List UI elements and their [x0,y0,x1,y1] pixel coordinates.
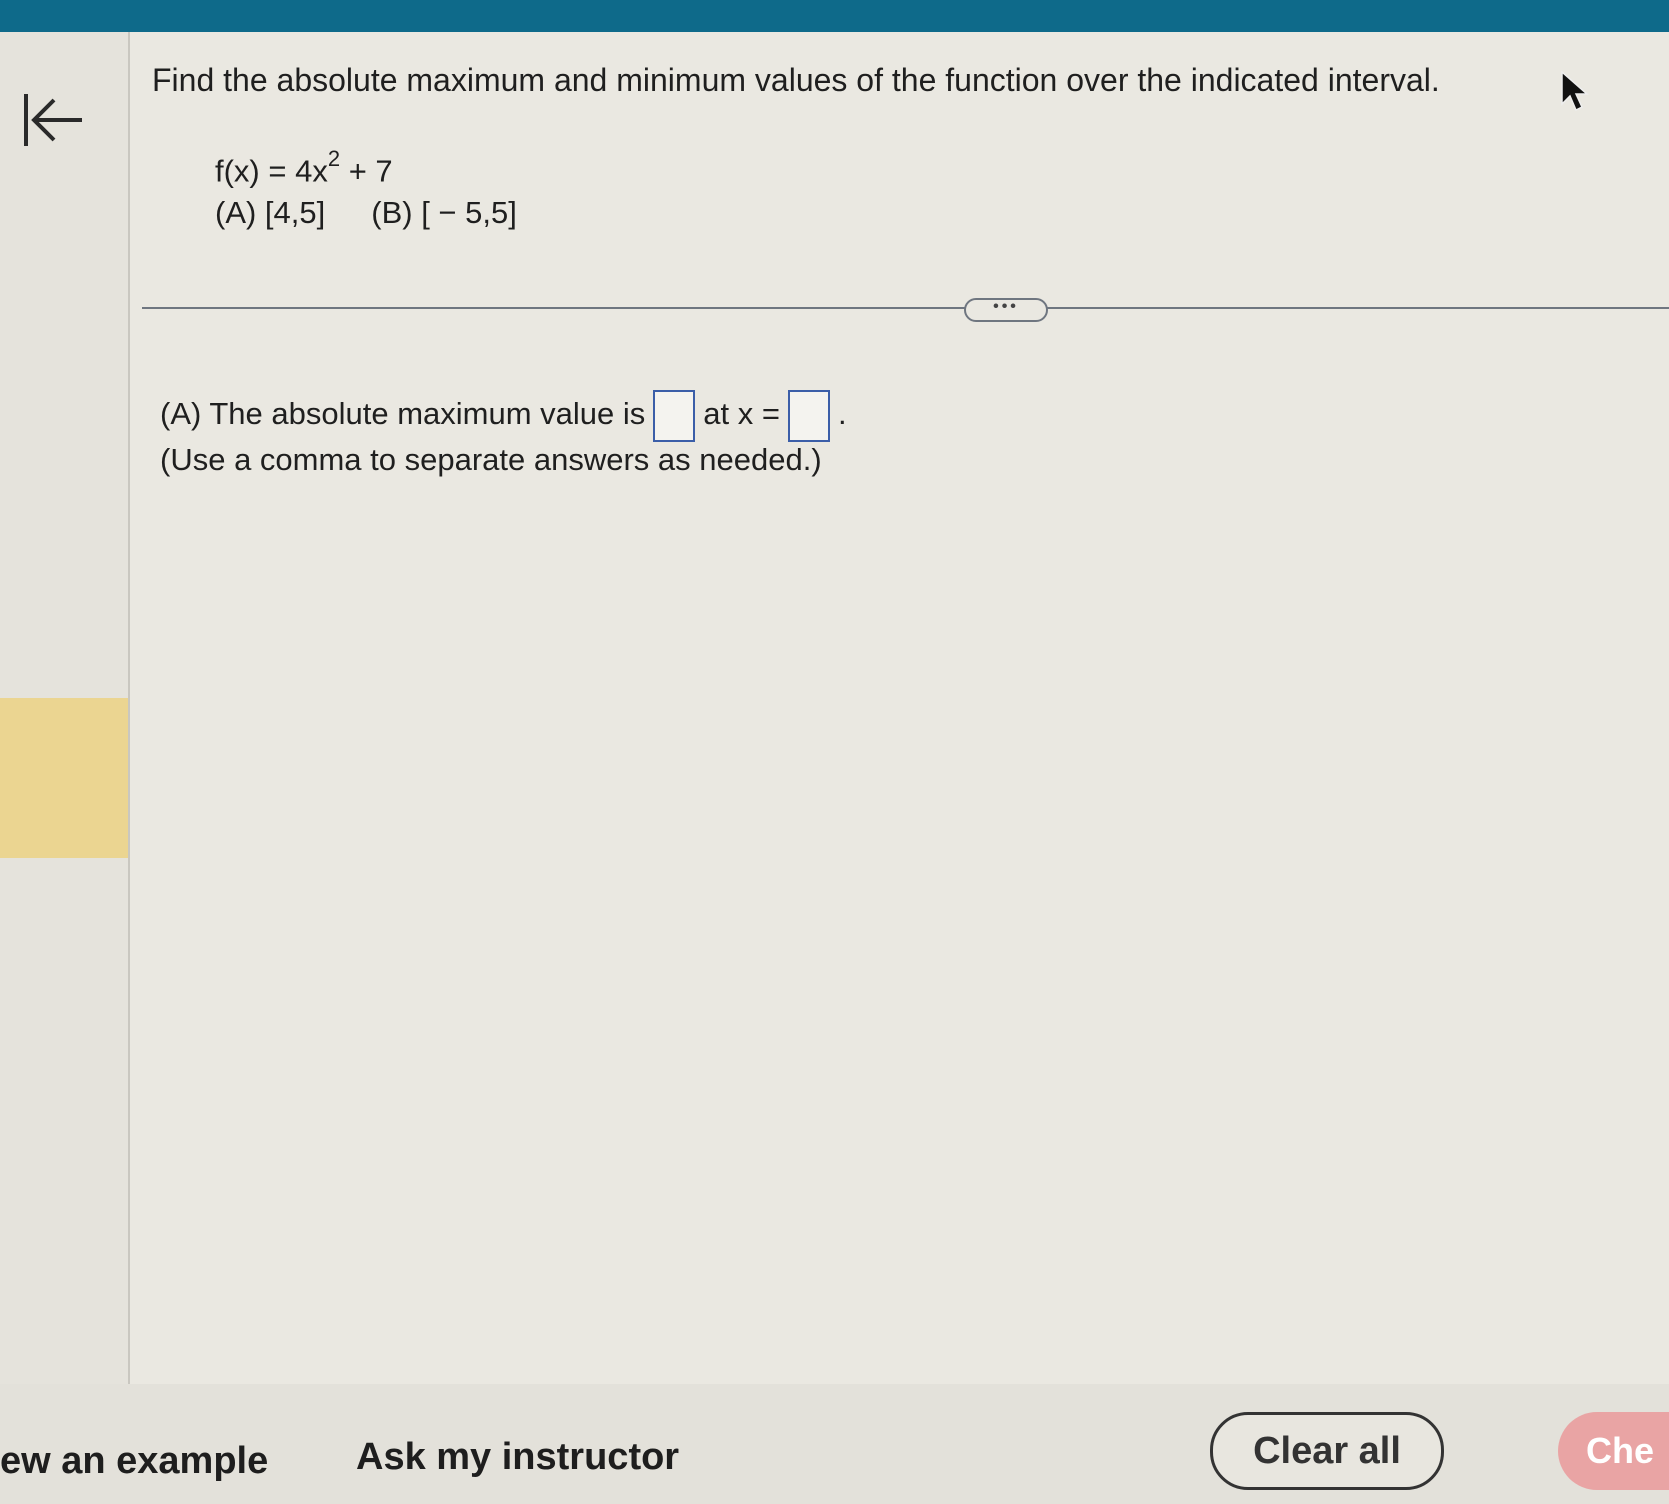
top-bar [0,0,1669,32]
answer-part-a: (A) The absolute maximum value is at x =. [160,390,847,442]
clear-all-button[interactable]: Clear all [1210,1412,1444,1490]
interval-a: (A) [4,5] [215,195,326,230]
check-answer-button[interactable]: Che [1558,1412,1669,1490]
question-prompt: Find the absolute maximum and minimum va… [152,62,1440,98]
expand-more-button[interactable]: ••• [964,298,1048,322]
collapse-sidebar-button[interactable] [20,88,84,152]
answer-hint: (Use a comma to separate answers as need… [160,442,822,477]
interval-b: (B) [ − 5,5] [371,195,517,230]
interval-list: (A) [4,5] (B) [ − 5,5] [215,195,517,231]
view-example-link[interactable]: ew an example [0,1440,268,1483]
mouse-cursor-icon [1561,70,1589,112]
section-divider [142,307,1669,309]
question-panel [130,32,1669,1384]
function-expression: f(x) = 4x2 + 7 [215,146,393,189]
answer-suffix: . [837,396,847,432]
sidebar-highlight [0,698,128,858]
function-exponent: 2 [327,146,341,171]
x-value-input[interactable] [787,390,830,442]
function-lhs: f(x) = 4x [215,153,328,189]
answer-middle: at x = [703,396,780,432]
collapse-left-icon [24,94,82,146]
ask-instructor-link[interactable]: Ask my instructor [356,1436,679,1479]
function-rhs: + 7 [340,153,393,189]
answer-prefix: (A) The absolute maximum value is [160,396,646,432]
max-value-input[interactable] [653,390,696,442]
